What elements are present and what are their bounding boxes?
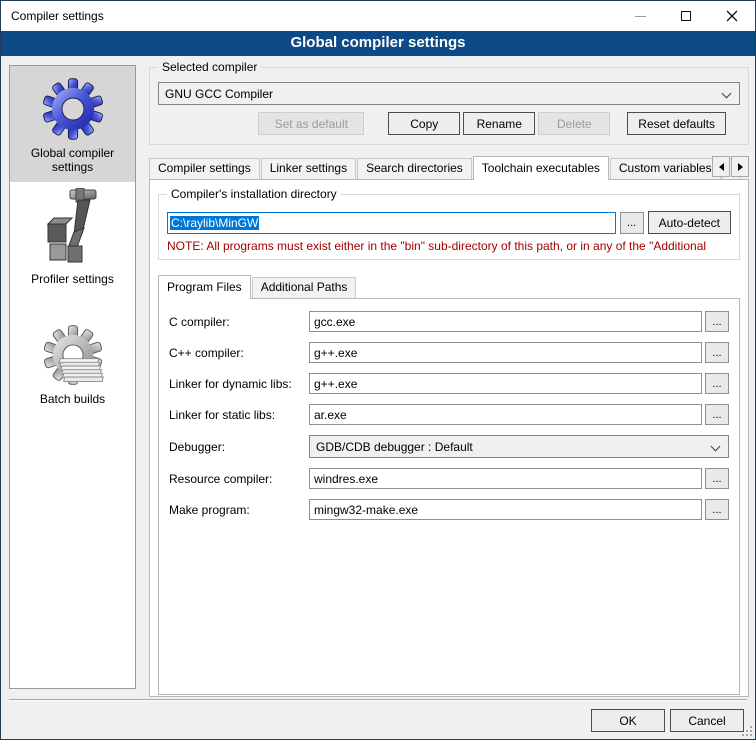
cpp-compiler-browse-button[interactable]: ... (705, 342, 729, 363)
installation-directory-browse-button[interactable]: ... (620, 212, 644, 234)
maximize-button[interactable] (663, 1, 709, 31)
linker-dynamic-browse-button[interactable]: ... (705, 373, 729, 394)
cancel-button[interactable]: Cancel (670, 709, 744, 732)
selected-compiler-group: Selected compiler GNU GCC Compiler Set a… (149, 67, 749, 145)
tab-search-directories[interactable]: Search directories (357, 158, 472, 179)
sidebar-item-global-compiler-settings[interactable]: Global compiler settings (10, 66, 135, 182)
arrow-right-icon (738, 163, 743, 171)
debugger-row: Debugger: GDB/CDB debugger : Default (169, 435, 729, 458)
arrow-left-icon (719, 163, 724, 171)
chevron-down-icon (711, 442, 721, 452)
title-bar: Compiler settings (1, 1, 755, 31)
sidebar-item-label: Global compiler settings (12, 146, 133, 174)
page-title: Global compiler settings (1, 31, 755, 56)
tab-additional-paths[interactable]: Additional Paths (252, 277, 357, 298)
tab-compiler-settings[interactable]: Compiler settings (149, 158, 260, 179)
caliper-icon (40, 188, 106, 268)
window-controls (617, 1, 755, 31)
program-files-tab-strip: Program Files Additional Paths (158, 274, 740, 298)
copy-button[interactable]: Copy (388, 112, 460, 135)
auto-detect-button[interactable]: Auto-detect (648, 211, 731, 234)
c-compiler-label: C compiler: (169, 315, 309, 329)
resource-compiler-row: Resource compiler: ... (169, 468, 729, 489)
close-icon (726, 10, 738, 22)
make-program-input[interactable] (309, 499, 702, 520)
settings-category-list: Global compiler settings Profiler settin… (9, 65, 136, 689)
resize-grip-icon[interactable] (742, 726, 752, 736)
linker-dynamic-input[interactable] (309, 373, 702, 394)
resource-compiler-label: Resource compiler: (169, 472, 309, 486)
footer-divider (9, 699, 747, 701)
linker-dynamic-label: Linker for dynamic libs: (169, 377, 309, 391)
sidebar-item-label: Batch builds (40, 392, 105, 406)
make-program-label: Make program: (169, 503, 309, 517)
resource-compiler-input[interactable] (309, 468, 702, 489)
set-as-default-button[interactable]: Set as default (258, 112, 364, 135)
toolchain-executables-page: Compiler's installation directory C:\ray… (149, 179, 749, 697)
tab-scroll-right-button[interactable] (731, 156, 749, 177)
tab-toolchain-executables[interactable]: Toolchain executables (473, 156, 609, 180)
installation-directory-input[interactable]: C:\raylib\MinGW (167, 212, 616, 234)
program-files-notebook: Program Files Additional Paths C compile… (158, 274, 740, 695)
tab-linker-settings[interactable]: Linker settings (261, 158, 356, 179)
close-button[interactable] (709, 1, 755, 31)
c-compiler-row: C compiler: ... (169, 311, 729, 332)
installation-directory-value: C:\raylib\MinGW (170, 216, 259, 230)
linker-static-label: Linker for static libs: (169, 408, 309, 422)
linker-static-input[interactable] (309, 404, 702, 425)
cpp-compiler-label: C++ compiler: (169, 346, 309, 360)
chevron-down-icon (722, 89, 732, 99)
window-title: Compiler settings (1, 9, 104, 23)
cpp-compiler-input[interactable] (309, 342, 702, 363)
cpp-compiler-row: C++ compiler: ... (169, 342, 729, 363)
blue-gear-icon (40, 76, 106, 142)
make-program-browse-button[interactable]: ... (705, 499, 729, 520)
selected-compiler-value: GNU GCC Compiler (165, 87, 273, 101)
sidebar-item-batch-builds[interactable]: Batch builds (10, 294, 135, 414)
tab-scroll-left-button[interactable] (712, 156, 730, 177)
selected-compiler-dropdown[interactable]: GNU GCC Compiler (158, 82, 740, 105)
delete-button[interactable]: Delete (538, 112, 610, 135)
compiler-settings-dialog: Compiler settings Global compiler settin… (0, 0, 756, 740)
bin-subdirectory-note: NOTE: All programs must exist either in … (167, 239, 731, 253)
resource-compiler-browse-button[interactable]: ... (705, 468, 729, 489)
installation-directory-legend: Compiler's installation directory (167, 187, 341, 201)
c-compiler-browse-button[interactable]: ... (705, 311, 729, 332)
maximize-icon (681, 11, 691, 21)
program-files-page: C compiler: ... C++ compiler: ... (158, 298, 740, 695)
sidebar-item-label: Profiler settings (31, 272, 114, 286)
main-panel: Selected compiler GNU GCC Compiler Set a… (149, 61, 749, 697)
linker-static-browse-button[interactable]: ... (705, 404, 729, 425)
make-program-row: Make program: ... (169, 499, 729, 520)
debugger-dropdown[interactable]: GDB/CDB debugger : Default (309, 435, 729, 458)
settings-tab-strip: Compiler settings Linker settings Search… (149, 155, 749, 179)
compiler-buttons-row: Set as default Copy Rename Delete Reset … (158, 112, 740, 135)
selected-compiler-legend: Selected compiler (158, 60, 261, 74)
linker-static-row: Linker for static libs: ... (169, 404, 729, 425)
rename-button[interactable]: Rename (463, 112, 535, 135)
linker-dynamic-row: Linker for dynamic libs: ... (169, 373, 729, 394)
c-compiler-input[interactable] (309, 311, 702, 332)
minimize-button[interactable] (617, 1, 663, 31)
gray-gear-stack-icon (40, 322, 106, 388)
sidebar-item-profiler-settings[interactable]: Profiler settings (10, 182, 135, 294)
minimize-icon (635, 16, 646, 17)
reset-defaults-button[interactable]: Reset defaults (627, 112, 726, 135)
ok-button[interactable]: OK (591, 709, 665, 732)
tab-custom-variables[interactable]: Custom variables (610, 158, 721, 179)
debugger-label: Debugger: (169, 440, 309, 454)
installation-directory-group: Compiler's installation directory C:\ray… (158, 194, 740, 260)
debugger-value: GDB/CDB debugger : Default (316, 440, 473, 454)
tab-program-files[interactable]: Program Files (158, 275, 251, 299)
installation-directory-row: C:\raylib\MinGW ... Auto-detect (167, 211, 731, 234)
tab-scroll-arrows (711, 156, 749, 177)
